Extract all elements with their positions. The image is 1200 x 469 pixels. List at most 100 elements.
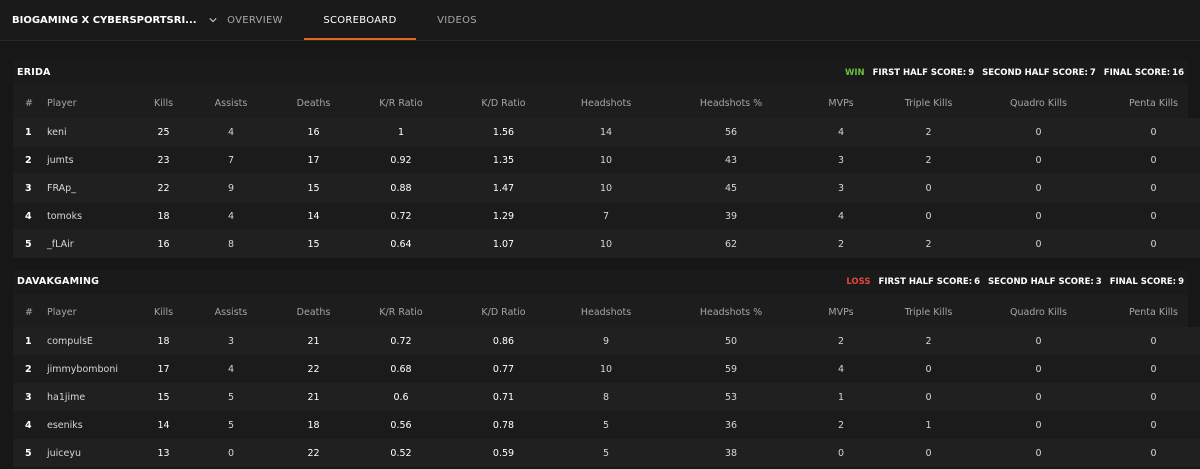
table-row[interactable]: 5 _fLAir 16 8 15 0.64 1.07 10 62 2 2 0 0 [13,230,1200,258]
cell-triple-kills: 2 [876,146,981,174]
cell-deaths: 21 [276,383,351,411]
scoreboard-page: BIOGAMING X CYBERSPORTSRI... OVERVIEW SC… [0,0,1200,469]
cell-assists: 4 [186,202,276,230]
match-selector[interactable]: BIOGAMING X CYBERSPORTSRI... [12,0,217,40]
column-header-mvps[interactable]: MVPs [806,298,876,327]
cell-penta-kills: 0 [1096,174,1200,202]
cell-headshots: 8 [556,383,656,411]
column-header-rank[interactable]: # [13,298,41,327]
cell-player[interactable]: ha1jime [41,383,141,411]
column-header-assists[interactable]: Assists [186,89,276,118]
cell-player[interactable]: tomoks [41,202,141,230]
cell-penta-kills: 0 [1096,327,1200,355]
cell-triple-kills: 0 [876,383,981,411]
cell-deaths: 18 [276,411,351,439]
cell-kd-ratio: 0.77 [451,355,556,383]
table-row[interactable]: 1 compulsE 18 3 21 0.72 0.86 9 50 2 2 0 0 [13,327,1200,355]
cell-deaths: 15 [276,230,351,258]
team-header: DAVAKGAMING LOSS FIRST HALF SCORE: 6 SECO… [13,270,1188,294]
cell-rank: 3 [13,383,41,411]
final-score-value: 9 [1178,277,1184,287]
column-header-quadro-kills[interactable]: Quadro Kills [981,298,1096,327]
cell-kr-ratio: 0.68 [351,355,451,383]
cell-deaths: 21 [276,327,351,355]
table-row[interactable]: 2 jumts 23 7 17 0.92 1.35 10 43 3 2 0 0 [13,146,1200,174]
cell-player[interactable]: _fLAir [41,230,141,258]
match-result-badge: WIN [844,68,865,78]
cell-assists: 5 [186,411,276,439]
cell-player[interactable]: juiceyu [41,439,141,467]
column-header-quadro-kills[interactable]: Quadro Kills [981,89,1096,118]
column-header-kills[interactable]: Kills [141,298,186,327]
cell-player[interactable]: jumts [41,146,141,174]
table-row[interactable]: 4 eseniks 14 5 18 0.56 0.78 5 36 2 1 0 0 [13,411,1200,439]
cell-kd-ratio: 1.29 [451,202,556,230]
column-header-kr-ratio[interactable]: K/R Ratio [351,298,451,327]
first-half-label: FIRST HALF SCORE: [878,277,973,287]
cell-triple-kills: 2 [876,230,981,258]
column-header-player[interactable]: Player [41,298,141,327]
cell-headshots-pct: 59 [656,355,806,383]
column-header-penta-kills[interactable]: Penta Kills [1096,89,1200,118]
cell-kr-ratio: 0.72 [351,202,451,230]
final-score: FINAL SCORE: 9 [1110,277,1184,287]
second-half-value: 7 [1089,68,1096,78]
table-row[interactable]: 2 jimmybomboni 17 4 22 0.68 0.77 10 59 4 0 0 0 [13,355,1200,383]
column-header-player[interactable]: Player [41,89,141,118]
cell-headshots: 5 [556,411,656,439]
tab-scoreboard[interactable]: SCOREBOARD [304,0,416,40]
cell-triple-kills: 2 [876,327,981,355]
cell-player[interactable]: eseniks [41,411,141,439]
tab-overview[interactable]: OVERVIEW [210,0,300,40]
table-row[interactable]: 3 ha1jime 15 5 21 0.6 0.71 8 53 1 0 0 0 [13,383,1200,411]
column-header-headshots[interactable]: Headshots [556,89,656,118]
column-header-deaths[interactable]: Deaths [276,298,351,327]
column-header-triple-kills[interactable]: Triple Kills [876,89,981,118]
cell-headshots: 10 [556,355,656,383]
column-header-headshots[interactable]: Headshots [556,298,656,327]
cell-player[interactable]: compulsE [41,327,141,355]
column-header-assists[interactable]: Assists [186,298,276,327]
cell-assists: 7 [186,146,276,174]
table-row[interactable]: 3 FRAp_ 22 9 15 0.88 1.47 10 45 3 0 0 0 [13,174,1200,202]
column-header-headshots-pct[interactable]: Headshots % [656,298,806,327]
match-top-bar: BIOGAMING X CYBERSPORTSRI... OVERVIEW SC… [0,0,1200,41]
table-row[interactable]: 4 tomoks 18 4 14 0.72 1.29 7 39 4 0 0 0 [13,202,1200,230]
final-score-label: FINAL SCORE: [1103,68,1171,78]
cell-kr-ratio: 0.6 [351,383,451,411]
cell-player[interactable]: jimmybomboni [41,355,141,383]
cell-kd-ratio: 0.86 [451,327,556,355]
table-row[interactable]: 1 keni 25 4 16 1 1.56 14 56 4 2 0 0 [13,118,1200,146]
cell-quadro-kills: 0 [981,118,1096,146]
cell-quadro-kills: 0 [981,383,1096,411]
column-header-triple-kills[interactable]: Triple Kills [876,298,981,327]
column-header-kills[interactable]: Kills [141,89,186,118]
tab-videos[interactable]: VIDEOS [420,0,494,40]
first-half-score: FIRST HALF SCORE: 6 [879,277,981,287]
column-header-kr-ratio[interactable]: K/R Ratio [351,89,451,118]
cell-headshots-pct: 36 [656,411,806,439]
column-header-penta-kills[interactable]: Penta Kills [1096,298,1200,327]
cell-penta-kills: 0 [1096,355,1200,383]
cell-headshots: 10 [556,146,656,174]
cell-assists: 0 [186,439,276,467]
cell-kills: 17 [141,355,186,383]
cell-rank: 3 [13,174,41,202]
column-header-rank[interactable]: # [13,89,41,118]
cell-headshots-pct: 50 [656,327,806,355]
cell-mvps: 2 [806,411,876,439]
column-header-headshots-pct[interactable]: Headshots % [656,89,806,118]
cell-deaths: 16 [276,118,351,146]
cell-player[interactable]: FRAp_ [41,174,141,202]
column-header-kd-ratio[interactable]: K/D Ratio [451,89,556,118]
column-header-mvps[interactable]: MVPs [806,89,876,118]
cell-player[interactable]: keni [41,118,141,146]
column-header-kd-ratio[interactable]: K/D Ratio [451,298,556,327]
cell-triple-kills: 0 [876,174,981,202]
column-header-deaths[interactable]: Deaths [276,89,351,118]
cell-mvps: 2 [806,230,876,258]
cell-quadro-kills: 0 [981,230,1096,258]
cell-penta-kills: 0 [1096,118,1200,146]
table-row[interactable]: 5 juiceyu 13 0 22 0.52 0.59 5 38 0 0 0 0 [13,439,1200,467]
cell-triple-kills: 1 [876,411,981,439]
